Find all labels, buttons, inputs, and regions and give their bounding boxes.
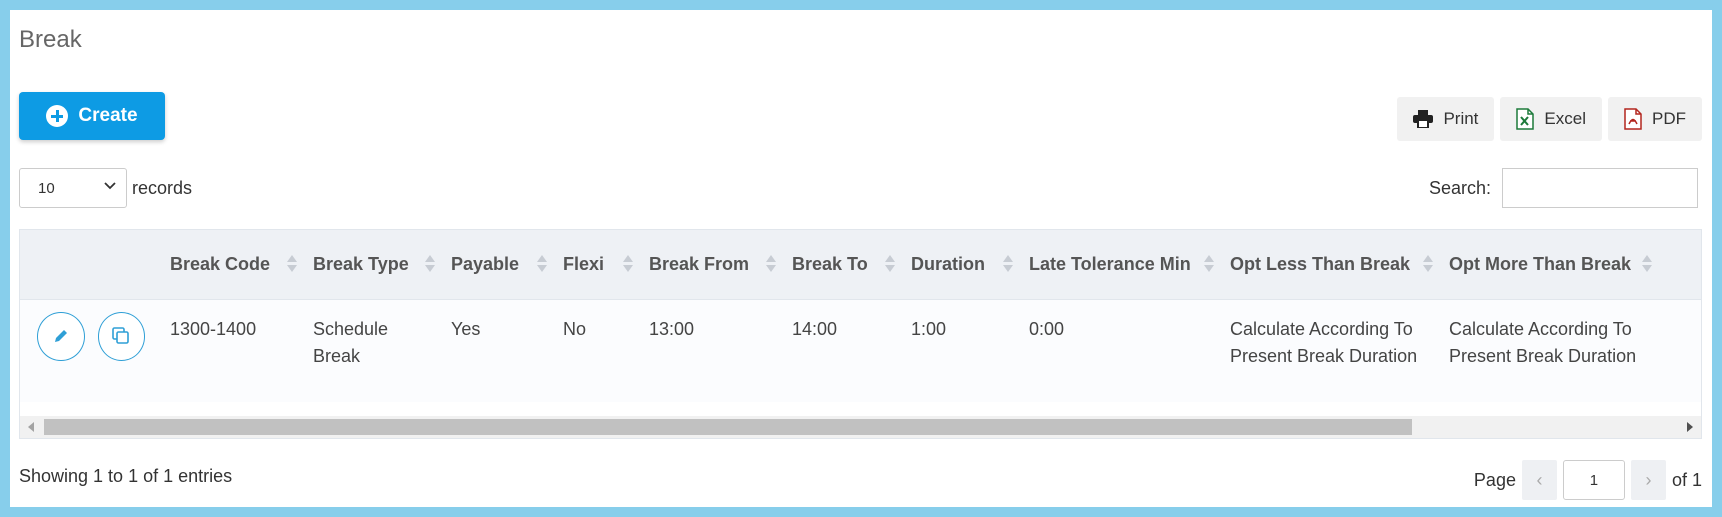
page-label: Page — [1473, 469, 1516, 490]
break-table-container: Break Code Break Type Payable Flexi Brea… — [19, 229, 1702, 439]
sort-icon — [623, 255, 633, 275]
column-header-flexi[interactable]: Flexi — [557, 230, 643, 300]
break-table: Break Code Break Type Payable Flexi Brea… — [20, 230, 1701, 402]
cell-break-type: Schedule Break — [307, 299, 445, 402]
column-header-break-code[interactable]: Break Code — [164, 230, 307, 300]
edit-button[interactable] — [37, 311, 85, 361]
cell-break-to: 14:00 — [786, 299, 905, 402]
records-label: records — [132, 178, 193, 198]
cell-flexi: No — [557, 299, 643, 402]
page-number-input[interactable]: 1 — [1562, 460, 1625, 500]
sort-icon — [885, 255, 895, 275]
excel-file-icon — [1516, 108, 1535, 130]
cell-late-tolerance: 0:00 — [1023, 299, 1224, 402]
pdf-label: PDF — [1652, 109, 1686, 128]
column-header-duration[interactable]: Duration — [905, 230, 1023, 300]
page-count-label: of 1 — [1671, 469, 1702, 490]
sort-icon — [766, 255, 776, 275]
column-header-late-tolerance[interactable]: Late Tolerance Min — [1023, 230, 1224, 300]
sort-icon — [537, 255, 547, 275]
sort-icon — [1003, 255, 1013, 275]
excel-button[interactable]: Excel — [1500, 97, 1602, 141]
create-label: Create — [78, 105, 138, 126]
sort-icon — [1204, 255, 1214, 275]
table-header-row: Break Code Break Type Payable Flexi Brea… — [20, 230, 1701, 300]
records-per-page-value: 10 — [38, 179, 55, 197]
sort-icon — [425, 255, 435, 275]
printer-icon — [1413, 110, 1434, 128]
prev-page-button[interactable]: ‹ — [1521, 460, 1557, 500]
cell-break-code: 1300-1400 — [164, 299, 307, 402]
column-header-opt-more[interactable]: Opt More Than Break — [1443, 230, 1662, 300]
scroll-left-arrow-icon[interactable] — [28, 422, 34, 432]
plus-circle-icon — [46, 105, 69, 127]
column-header-break-to[interactable]: Break To — [786, 230, 905, 300]
next-page-button[interactable]: › — [1630, 460, 1666, 500]
scrollbar-thumb[interactable] — [44, 419, 1412, 435]
excel-label: Excel — [1544, 109, 1586, 128]
table-row: 1300-1400 Schedule Break Yes No 13:00 14:… — [20, 299, 1701, 402]
search-label: Search: — [1429, 178, 1492, 198]
print-label: Print — [1443, 109, 1479, 128]
break-panel: Break Create Print Excel PDF 10 records … — [10, 10, 1712, 507]
records-per-page-select[interactable]: 10 — [19, 168, 127, 208]
horizontal-scrollbar[interactable] — [20, 416, 1701, 438]
actions-header — [20, 230, 164, 300]
copy-icon — [112, 327, 130, 344]
column-header-break-from[interactable]: Break From — [643, 230, 786, 300]
export-buttons: Print Excel PDF — [1397, 97, 1702, 141]
cell-payable: Yes — [445, 299, 557, 402]
sort-icon — [1423, 255, 1433, 275]
scroll-right-arrow-icon[interactable] — [1687, 422, 1693, 432]
sort-icon — [287, 255, 297, 275]
table-info: Showing 1 to 1 of 1 entries — [19, 466, 233, 486]
copy-button[interactable] — [97, 311, 145, 361]
print-button[interactable]: Print — [1397, 97, 1495, 141]
column-header-spacer — [1662, 230, 1701, 300]
row-actions — [20, 299, 164, 402]
create-button[interactable]: Create — [19, 92, 165, 140]
sort-icon — [1642, 255, 1652, 275]
pencil-icon — [54, 330, 67, 342]
column-header-break-type[interactable]: Break Type — [307, 230, 445, 300]
chevron-down-icon — [104, 182, 116, 190]
column-header-payable[interactable]: Payable — [445, 230, 557, 300]
pagination: Page ‹ 1 › of 1 — [1474, 460, 1702, 500]
pdf-file-icon — [1624, 108, 1642, 130]
pdf-button[interactable]: PDF — [1608, 97, 1702, 141]
cell-duration: 1:00 — [905, 299, 1023, 402]
search-input[interactable] — [1502, 168, 1698, 208]
page-title: Break — [19, 26, 82, 53]
cell-opt-more: Calculate According To Present Break Dura… — [1443, 299, 1662, 402]
cell-break-from: 13:00 — [643, 299, 786, 402]
cell-opt-less: Calculate According To Present Break Dura… — [1224, 299, 1443, 402]
cell-spacer — [1662, 299, 1701, 402]
column-header-opt-less[interactable]: Opt Less Than Break — [1224, 230, 1443, 300]
